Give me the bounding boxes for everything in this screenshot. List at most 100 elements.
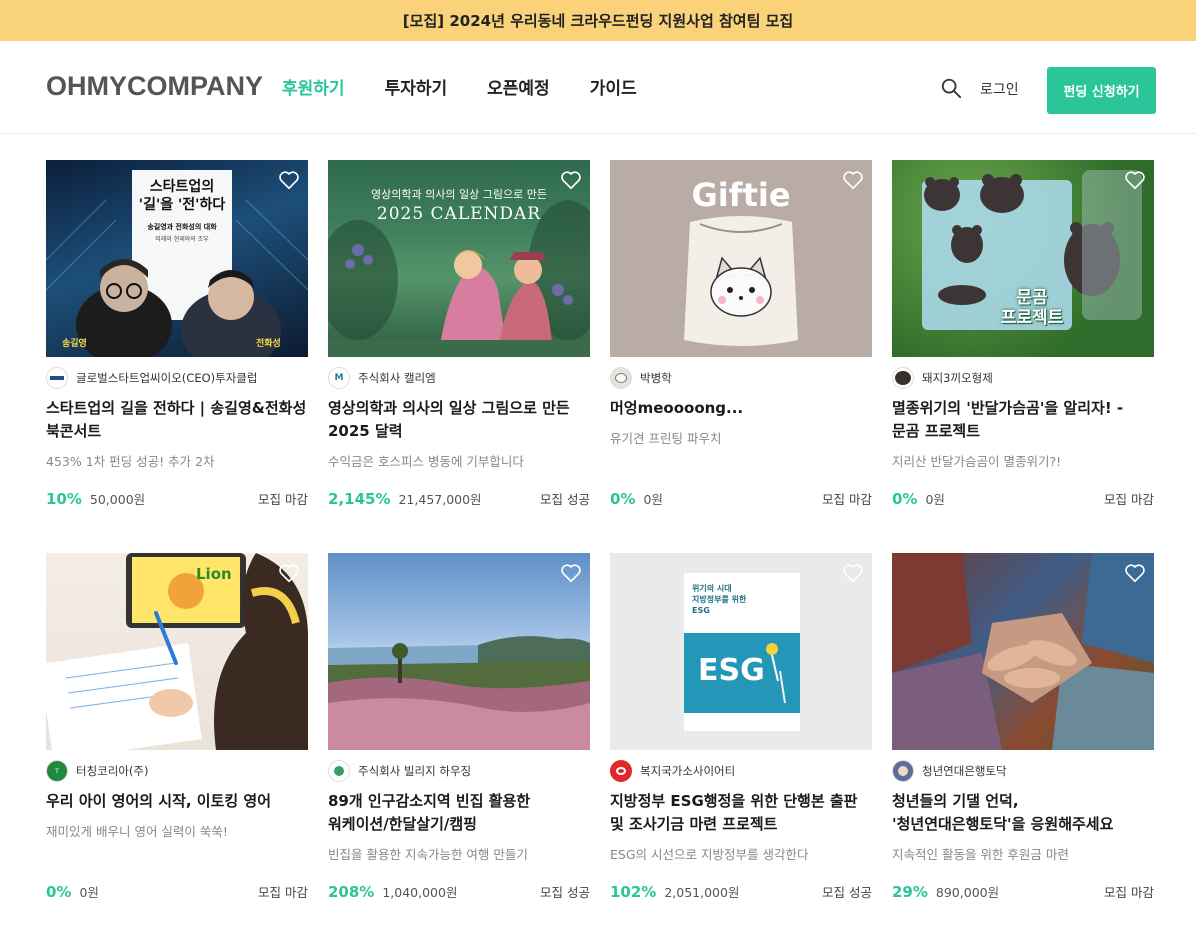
funding-status: 모집 성공	[540, 492, 590, 507]
maker-name[interactable]: 주식회사 캘리엠	[358, 370, 436, 386]
funding-percent: 0%	[892, 490, 918, 508]
funding-amount: 0원	[79, 885, 99, 900]
project-stats: 0% 0원 모집 마감	[892, 489, 1154, 508]
heart-icon[interactable]	[1124, 562, 1146, 584]
project-title[interactable]: 청년들의 기댈 언덕, '청년연대은행토닥'을 응원해주세요	[892, 790, 1154, 836]
project-card[interactable]: 위기의 시대 지방정부를 위한 ESG ESG 복지국가소사이어티 지방정부 E…	[610, 553, 872, 946]
funding-percent: 29%	[892, 883, 928, 901]
project-thumbnail[interactable]: 스타트업의 '길'을 '전'하다 송길영과 전화성의 대화 미래와 현재와의 조…	[46, 160, 308, 357]
project-subtitle: 빈집을 활용한 지속가능한 여행 만들기	[328, 847, 528, 862]
logo[interactable]: OHMYCOMPANY	[46, 71, 263, 102]
project-card[interactable]: Lion T 터칭코리아(주) 우리 아이 영어의 시작, 이토킹 영어 재미있…	[46, 553, 308, 946]
maker-row: 청년연대은행토닥	[892, 760, 1154, 782]
banner-text[interactable]: [모집] 2024년 우리동네 크라우드펀딩 지원사업 참여팀 모집	[403, 10, 793, 31]
maker-logo	[610, 367, 632, 389]
thumbnail-headline: 문곰 프로젝트	[1000, 288, 1064, 328]
logo-text[interactable]: OHMYCOMPANY	[46, 71, 263, 101]
maker-row: T 터칭코리아(주)	[46, 760, 308, 782]
project-thumbnail[interactable]: 영상의학과 의사의 일상 그림으로 만든 2025 CALENDAR	[328, 160, 590, 357]
nav-support[interactable]: 후원하기	[282, 74, 345, 99]
project-title[interactable]: 머엉meoooong...	[610, 397, 872, 420]
project-thumbnail[interactable]: 위기의 시대 지방정부를 위한 ESG ESG	[610, 553, 872, 750]
maker-row: M 주식회사 캘리엠	[328, 367, 590, 389]
project-stats: 29% 890,000원 모집 마감	[892, 882, 1154, 901]
thumbnail-art	[892, 553, 1154, 750]
thumbnail-art	[328, 636, 590, 750]
project-stats: 0% 0원 모집 마감	[610, 489, 872, 508]
project-card[interactable]: Giftie 박병학 머엉meoooong... 유기견 프린팅 파우치 0% …	[610, 160, 872, 553]
project-stats: 208% 1,040,000원 모집 성공	[328, 882, 590, 901]
heart-icon[interactable]	[842, 169, 864, 191]
maker-name[interactable]: 주식회사 빌리지 하우징	[358, 763, 471, 779]
thumbnail-left-name: 송길영	[62, 339, 87, 349]
thumbnail-art	[46, 553, 308, 750]
project-thumbnail[interactable]	[892, 553, 1154, 750]
project-subtitle: 유기견 프린팅 파우치	[610, 431, 722, 446]
heart-icon[interactable]	[560, 169, 582, 191]
project-title[interactable]: 영상의학과 의사의 일상 그림으로 만든 2025 달력	[328, 397, 590, 443]
thumbnail-sub: 송길영과 전화성의 대화	[147, 223, 217, 231]
nav-invest[interactable]: 투자하기	[385, 74, 448, 99]
maker-logo: T	[46, 760, 68, 782]
project-card[interactable]: 스타트업의 '길'을 '전'하다 송길영과 전화성의 대화 미래와 현재와의 조…	[46, 160, 308, 553]
funding-amount: 0원	[643, 492, 663, 507]
maker-name[interactable]: 복지국가소사이어티	[640, 763, 735, 779]
funding-amount: 21,457,000원	[398, 492, 482, 507]
funding-amount: 50,000원	[89, 492, 146, 507]
maker-logo	[892, 367, 914, 389]
heart-icon[interactable]	[278, 562, 300, 584]
heart-icon[interactable]	[278, 169, 300, 191]
maker-name[interactable]: 글로벌스타트업씨이오(CEO)투자클럽	[76, 370, 257, 386]
project-card[interactable]: 문곰 프로젝트 돼지3끼오형제 멸종위기의 '반달가슴곰'을 알리자! - 문곰…	[892, 160, 1154, 553]
funding-status: 모집 마감	[822, 492, 872, 507]
project-title[interactable]: 스타트업의 길을 전하다 | 송길영&전화성 북콘서트	[46, 397, 308, 443]
thumbnail-sub2: 미래와 현재와의 조우	[155, 236, 209, 243]
project-stats: 0% 0원 모집 마감	[46, 882, 308, 901]
project-subtitle: 재미있게 배우니 영어 실력이 쑥쑥!	[46, 824, 228, 839]
heart-icon[interactable]	[842, 562, 864, 584]
maker-logo	[46, 367, 68, 389]
search-icon[interactable]	[940, 77, 962, 99]
project-subtitle: 453% 1차 펀딩 성공! 추가 2차	[46, 454, 215, 469]
header: OHMYCOMPANY 후원하기 투자하기 오픈예정 가이드 로그인 펀딩 신청…	[0, 41, 1196, 134]
apply-funding-button[interactable]: 펀딩 신청하기	[1047, 67, 1156, 114]
maker-name[interactable]: 청년연대은행토닥	[922, 763, 1007, 779]
maker-row: 복지국가소사이어티	[610, 760, 872, 782]
funding-percent: 208%	[328, 883, 375, 901]
nav-upcoming[interactable]: 오픈예정	[487, 74, 550, 99]
project-thumbnail[interactable]: 문곰 프로젝트	[892, 160, 1154, 357]
project-title[interactable]: 89개 인구감소지역 빈집 활용한 워케이션/한달살기/캠핑	[328, 790, 590, 836]
funding-status: 모집 마감	[258, 885, 308, 900]
maker-logo: M	[328, 367, 350, 389]
project-card[interactable]: 영상의학과 의사의 일상 그림으로 만든 2025 CALENDAR M 주식회…	[328, 160, 590, 553]
project-title[interactable]: 멸종위기의 '반달가슴곰'을 알리자! - 문곰 프로젝트	[892, 397, 1154, 443]
project-grid: 스타트업의 '길'을 '전'하다 송길영과 전화성의 대화 미래와 현재와의 조…	[46, 160, 1156, 946]
nav-guide[interactable]: 가이드	[590, 74, 637, 99]
thumbnail-headline: 스타트업의 '길'을 '전'하다	[138, 179, 226, 213]
project-title[interactable]: 지방정부 ESG행정을 위한 단행본 출판 및 조사기금 마련 프로젝트	[610, 790, 872, 836]
funding-status: 모집 성공	[540, 885, 590, 900]
project-subtitle: 수익금은 호스피스 병동에 기부합니다	[328, 454, 524, 469]
project-thumbnail[interactable]: Giftie	[610, 160, 872, 357]
funding-percent: 2,145%	[328, 490, 391, 508]
funding-status: 모집 마감	[1104, 492, 1154, 507]
maker-name[interactable]: 박병학	[640, 370, 672, 386]
thumbnail-sub: ESG	[698, 653, 765, 688]
heart-icon[interactable]	[560, 562, 582, 584]
maker-name[interactable]: 돼지3끼오형제	[922, 370, 993, 386]
project-title[interactable]: 우리 아이 영어의 시작, 이토킹 영어	[46, 790, 308, 813]
top-banner[interactable]: [모집] 2024년 우리동네 크라우드펀딩 지원사업 참여팀 모집	[0, 0, 1196, 41]
login-link[interactable]: 로그인	[980, 79, 1019, 99]
project-thumbnail[interactable]: Lion	[46, 553, 308, 750]
maker-name[interactable]: 터칭코리아(주)	[76, 763, 148, 779]
funding-amount: 2,051,000원	[664, 885, 740, 900]
maker-row: 글로벌스타트업씨이오(CEO)투자클럽	[46, 367, 308, 389]
heart-icon[interactable]	[1124, 169, 1146, 191]
funding-percent: 0%	[610, 490, 636, 508]
funding-status: 모집 마감	[258, 492, 308, 507]
project-card[interactable]: 청년연대은행토닥 청년들의 기댈 언덕, '청년연대은행토닥'을 응원해주세요 …	[892, 553, 1154, 946]
funding-percent: 102%	[610, 883, 657, 901]
project-card[interactable]: 주식회사 빌리지 하우징 89개 인구감소지역 빈집 활용한 워케이션/한달살기…	[328, 553, 590, 946]
project-thumbnail[interactable]	[328, 553, 590, 750]
project-stats: 2,145% 21,457,000원 모집 성공	[328, 489, 590, 508]
